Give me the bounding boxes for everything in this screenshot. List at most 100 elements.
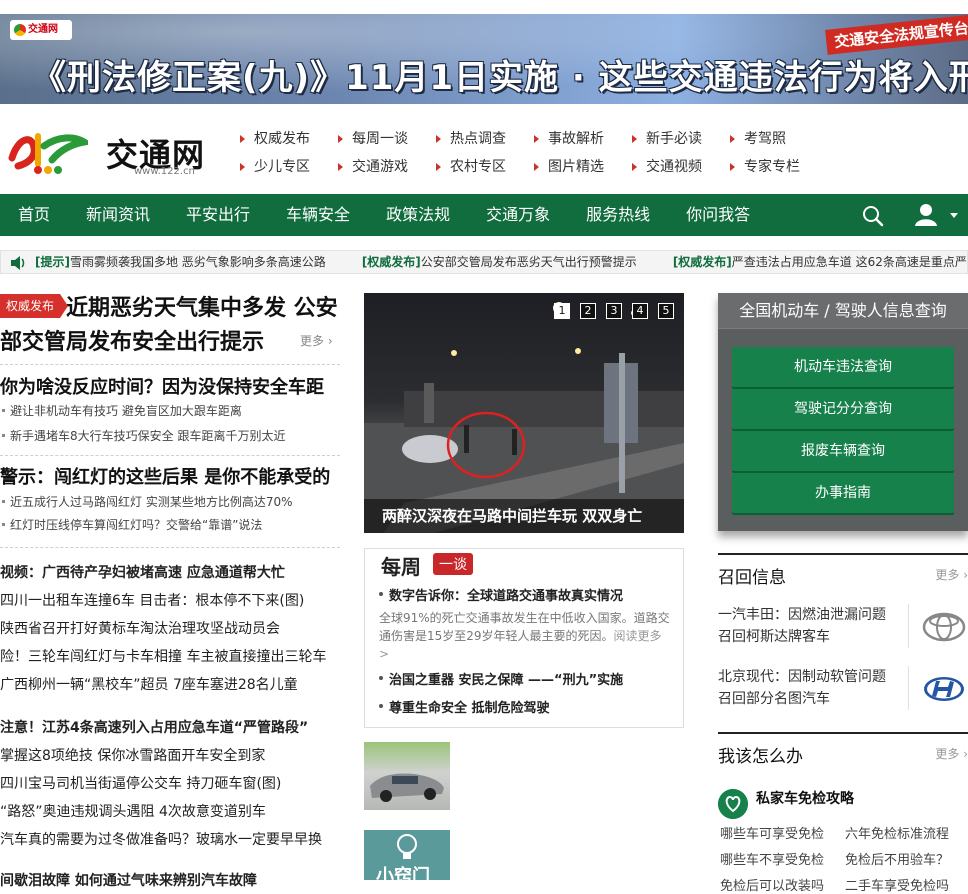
nav-hotline[interactable]: 服务热线	[586, 194, 650, 236]
search-icon[interactable]	[862, 205, 884, 227]
nav-traffic-world[interactable]: 交通万象	[486, 194, 550, 236]
nav-safe-travel[interactable]: 平安出行	[186, 194, 250, 236]
news-item[interactable]: 四川一出租车连撞6车 目击者：根本停不下来(图)	[0, 590, 340, 610]
lightbulb-icon	[397, 834, 417, 859]
sub-news[interactable]: 红灯时压线停车算闯红灯吗？交警给“靠谱”说法	[0, 516, 340, 533]
howto-link[interactable]: 免检后可以改装吗	[720, 875, 824, 894]
howto-link[interactable]: 二手车享受免检吗	[845, 875, 949, 894]
top-link[interactable]: 交通游戏	[336, 158, 434, 176]
howto-link[interactable]: 六年免检标准流程	[845, 823, 949, 842]
section-title: 召回信息	[718, 568, 786, 588]
top-link[interactable]: 每周一谈	[336, 130, 434, 148]
weekly-talk: 每周 一谈 数字告诉你：全球道路交通事故真实情况 全球91%的死亡交通事故发生在…	[364, 548, 684, 728]
news-item[interactable]: 四川宝马司机当街逼停公交车 持刀砸车窗(图)	[0, 773, 340, 793]
tips-thumbnail[interactable]: 小窍门	[364, 830, 450, 887]
query-title: 全国机动车 / 驾驶人信息查询	[718, 293, 968, 329]
news-item[interactable]: 注意！江苏4条高速列入占用应急车道“严管路段”	[0, 717, 340, 737]
divider	[0, 364, 340, 365]
howto-link[interactable]: 免检后不用验车？	[845, 849, 949, 868]
recall-item[interactable]: 一汽丰田：因燃油泄漏问题召回柯斯达牌客车	[718, 604, 968, 650]
top-link[interactable]: 图片精选	[532, 158, 630, 176]
guide-button[interactable]: 办事指南	[732, 473, 954, 513]
howto-subhead: 私家车免检攻略	[756, 791, 854, 807]
slider-page-4[interactable]: 4	[632, 303, 648, 319]
news-item[interactable]: 陕西省召开打好黄标车淘汰治理攻坚战动员会	[0, 618, 340, 638]
howto-link[interactable]: 哪些车不享受免检	[720, 849, 824, 868]
photo-slider[interactable]: 1 2 3 4 5 两醉汉深夜在马路中间拦车玩 双双身亡	[364, 293, 684, 533]
weekly-topic[interactable]: 数字告诉你：全球道路交通事故真实情况	[379, 585, 623, 604]
site-logo[interactable]: 交通网 www.122.cn	[8, 128, 208, 180]
banner-logo: 交通网	[10, 20, 72, 40]
weekly-tag: 一谈	[433, 553, 473, 575]
news-ticker: [提示]雪雨雾频袭我国多地 恶劣气象影响多条高速公路 [权威发布]公安部交管局发…	[0, 250, 968, 274]
top-links: 权威发布 每周一谈 热点调查 事故解析 新手必读 考驾照 少儿专区 交通游戏 农…	[238, 130, 838, 176]
ticker-item[interactable]: [提示]雪雨雾频袭我国多地 恶劣气象影响多条高速公路	[35, 251, 326, 273]
violation-query-button[interactable]: 机动车违法查询	[732, 347, 954, 387]
slider-caption[interactable]: 两醉汉深夜在马路中间拦车玩 双双身亡	[382, 505, 642, 526]
howto-header: 我该怎么办 更多 ›	[718, 732, 968, 768]
ticker-item[interactable]: [权威发布]公安部交管局发布恶劣天气出行预警提示	[362, 251, 637, 273]
divider	[0, 547, 340, 548]
divider	[908, 666, 909, 710]
news-item[interactable]: 视频：广西待产孕妇被堵高速 应急通道帮大忙	[0, 562, 340, 582]
nav-news[interactable]: 新闻资讯	[86, 194, 150, 236]
headline[interactable]: 警示：闯红灯的这些后果 是你不能承受的	[0, 463, 340, 489]
top-link[interactable]: 交通视频	[630, 158, 728, 176]
divider	[908, 604, 909, 648]
news-item[interactable]: 险！三轮车闯红灯与卡车相撞 车主被直接撞出三轮车	[0, 646, 340, 666]
news-item[interactable]: 广西柳州一辆“黑校车”超员 7座车塞进28名儿童	[0, 674, 340, 694]
hyundai-logo-icon	[924, 677, 964, 701]
site-logo-icon	[8, 133, 88, 174]
nav-home[interactable]: 首页	[18, 194, 50, 236]
main-nav: 首页 新闻资讯 平安出行 车辆安全 政策法规 交通万象 服务热线 你问我答	[0, 194, 968, 236]
scrap-query-button[interactable]: 报废车辆查询	[732, 431, 954, 471]
news-item[interactable]: 汽车真的需要为过冬做准备吗？玻璃水一定要早早换	[0, 829, 340, 849]
toyota-logo-icon	[922, 612, 966, 642]
recall-more-link[interactable]: 更多 ›	[935, 566, 968, 583]
info-query-panel: 全国机动车 / 驾驶人信息查询 机动车违法查询 驾驶记分分查询 报废车辆查询 办…	[718, 293, 968, 531]
top-link[interactable]: 农村专区	[434, 158, 532, 176]
top-link[interactable]: 事故解析	[532, 130, 630, 148]
top-banner[interactable]: 交通网 《刑法修正案(九)》11月1日实施 · 这些交通违法行为将入刑 交通安全…	[0, 14, 968, 104]
section-title: 我该怎么办	[718, 747, 803, 767]
recall-text: 北京现代：因制动软管问题召回部分名图汽车	[718, 669, 886, 707]
logo-dot-icon	[14, 24, 26, 36]
recall-item[interactable]: 北京现代：因制动软管问题召回部分名图汽车	[718, 666, 968, 712]
top-link[interactable]: 考驾照	[728, 130, 826, 148]
howto-more-link[interactable]: 更多 ›	[935, 745, 968, 762]
news-item[interactable]: “路怒”奥迪违规调头遇阻 4次故意变道别车	[0, 801, 340, 821]
slider-page-1[interactable]: 1	[554, 303, 570, 319]
recall-text: 一汽丰田：因燃油泄漏问题召回柯斯达牌客车	[718, 607, 886, 645]
nav-qa[interactable]: 你问我答	[686, 194, 750, 236]
sub-news[interactable]: 近五成行人过马路闯红灯 实测某些地方比例高达70%	[0, 493, 340, 510]
headline[interactable]: 你为啥没反应时间？因为没保持安全车距	[0, 373, 340, 399]
weekly-topic[interactable]: 治国之重器 安民之保障 ——“刑九”实施	[379, 669, 623, 688]
tips-label: 小窍门	[376, 866, 430, 887]
news-item[interactable]: 间歇泪故障 如何通过气味来辨别汽车故障	[0, 870, 340, 890]
top-link[interactable]: 热点调查	[434, 130, 532, 148]
news-item[interactable]: 掌握这8项绝技 保你冰雪路面开车安全到家	[0, 745, 340, 765]
slider-page-3[interactable]: 3	[606, 303, 622, 319]
top-link[interactable]: 专家专栏	[728, 158, 826, 176]
nav-vehicle-safety[interactable]: 车辆安全	[286, 194, 350, 236]
car-thumbnail[interactable]	[364, 742, 450, 810]
user-menu-icon[interactable]	[914, 203, 960, 227]
car-photo	[370, 773, 444, 802]
ticker-item[interactable]: [权威发布]严查违法占用应急车道 这62条高速是重点严	[673, 251, 967, 273]
site-url: www.122.cn	[134, 166, 195, 177]
top-link[interactable]: 新手必读	[630, 130, 728, 148]
weekly-topic[interactable]: 尊重生命安全 抵制危险驾驶	[379, 697, 550, 716]
sub-news[interactable]: 新手遇堵车8大行车技巧保安全 跟车距离千万别太近	[0, 427, 340, 444]
howto-link[interactable]: 哪些车可享受免检	[720, 823, 824, 842]
nav-policy[interactable]: 政策法规	[386, 194, 450, 236]
speaker-icon	[11, 256, 25, 270]
points-query-button[interactable]: 驾驶记分分查询	[732, 389, 954, 429]
banner-title: 《刑法修正案(九)》11月1日实施 · 这些交通违法行为将入刑	[32, 58, 968, 98]
recall-header: 召回信息 更多 ›	[718, 553, 968, 589]
top-link[interactable]: 少儿专区	[238, 158, 336, 176]
sub-news[interactable]: 避让非机动车有技巧 避免盲区加大跟车距离	[0, 402, 340, 419]
lead-more-link[interactable]: 更多 ›	[300, 332, 333, 349]
slider-page-2[interactable]: 2	[580, 303, 596, 319]
slider-page-5[interactable]: 5	[658, 303, 674, 319]
top-link[interactable]: 权威发布	[238, 130, 336, 148]
